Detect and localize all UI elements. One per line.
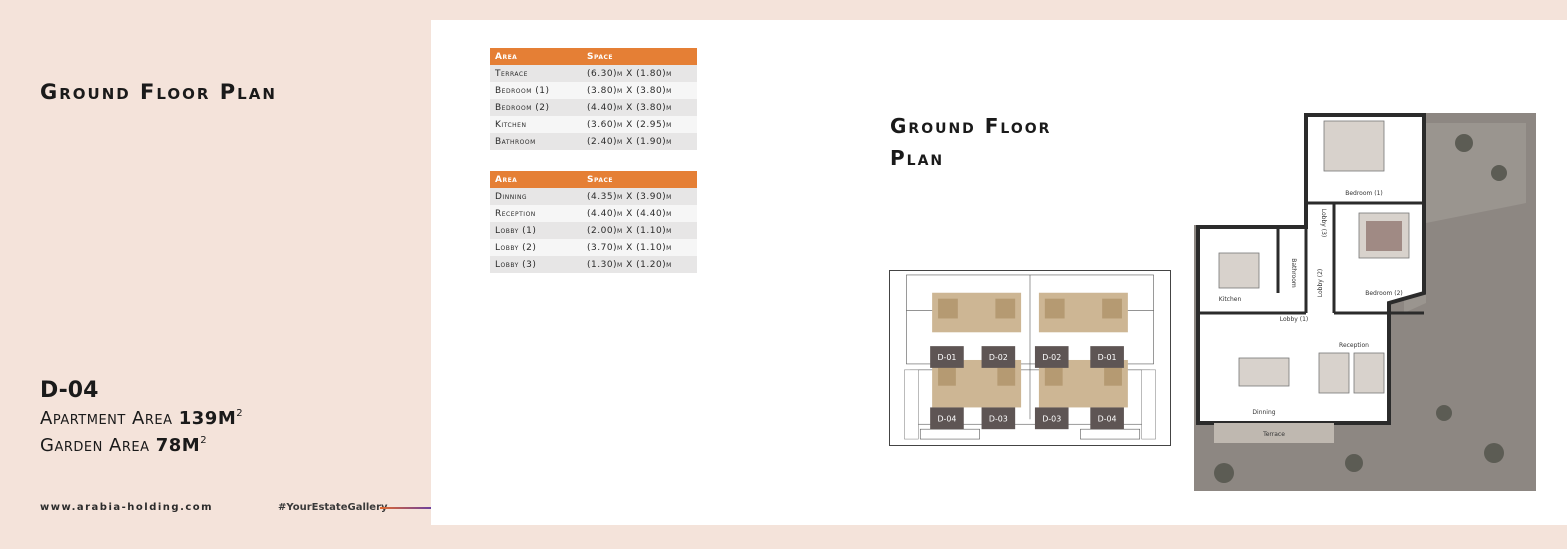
room-label: Lobby (2) <box>1317 269 1324 297</box>
room-name: Bedroom (2) <box>490 99 582 116</box>
unit-label: D-04 <box>1098 414 1117 423</box>
room-size: (3.80)m X (3.80)m <box>582 82 697 99</box>
unit-label: D-01 <box>1098 353 1117 362</box>
room-size: (3.60)m X (2.95)m <box>582 116 697 133</box>
footer-hashtag: #YourEstateGallery <box>278 502 388 513</box>
space-table-1: Area Space Terrace (6.30)m X (1.80)m Bedr… <box>490 48 697 150</box>
garden-area-label: Garden Area <box>40 435 150 456</box>
unit-code: D-04 <box>40 378 99 403</box>
room-name: Bathroom <box>490 133 582 150</box>
apartment-area-label: Apartment Area <box>40 408 173 429</box>
page-title: Ground Floor Plan <box>40 80 277 104</box>
garden-area-unit: 2 <box>200 435 208 446</box>
room-label: Terrace <box>1262 431 1285 438</box>
table-row: Lobby (2) (3.70)m X (1.10)m <box>490 239 697 256</box>
table-row: Lobby (3) (1.30)m X (1.20)m <box>490 256 697 273</box>
room-size: (1.30)m X (1.20)m <box>582 256 697 273</box>
room-label: Bedroom (2) <box>1365 290 1403 297</box>
unit-label: D-02 <box>989 353 1008 362</box>
room-name: Lobby (3) <box>490 256 582 273</box>
room-label: Kitchen <box>1219 296 1242 303</box>
room-name: Lobby (2) <box>490 239 582 256</box>
garden-area: Garden Area 78M2 <box>40 435 207 456</box>
unit-label: D-02 <box>1042 353 1061 362</box>
footer-divider <box>380 507 432 509</box>
room-name: Dinning <box>490 188 582 205</box>
table-row: Bathroom (2.40)m X (1.90)m <box>490 133 697 150</box>
floor-plan-title-line-1: Ground Floor <box>890 114 1052 138</box>
floor-plan-title: Ground Floor Plan <box>890 110 1051 174</box>
table-header-area: Area <box>490 48 582 65</box>
table-header-space: Space <box>582 48 697 65</box>
table-row: Dinning (4.35)m X (3.90)m <box>490 188 697 205</box>
room-name: Reception <box>490 205 582 222</box>
apartment-area-value: 139M <box>178 408 237 429</box>
room-label: Reception <box>1339 342 1369 349</box>
apartment-area-unit: 2 <box>236 408 244 419</box>
room-size: (6.30)m X (1.80)m <box>582 65 697 82</box>
room-size: (4.40)m X (4.40)m <box>582 205 697 222</box>
unit-label: D-03 <box>989 414 1008 423</box>
room-name: Lobby (1) <box>490 222 582 239</box>
right-panel: Area Space Terrace (6.30)m X (1.80)m Bedr… <box>431 20 1567 525</box>
unit-label: D-01 <box>937 353 956 362</box>
room-label: Lobby (3) <box>1320 209 1327 237</box>
table-row: Lobby (1) (2.00)m X (1.10)m <box>490 222 697 239</box>
room-size: (2.40)m X (1.90)m <box>582 133 697 150</box>
room-size: (3.70)m X (1.10)m <box>582 239 697 256</box>
left-panel: Ground Floor Plan D-04 Apartment Area 13… <box>0 0 432 549</box>
room-label: Dinning <box>1252 409 1275 416</box>
table-header-area: Area <box>490 171 582 188</box>
floor-plan-title-line-2: Plan <box>890 146 945 170</box>
table-row: Terrace (6.30)m X (1.80)m <box>490 65 697 82</box>
room-size: (4.35)m X (3.90)m <box>582 188 697 205</box>
garden-area-value: 78M <box>155 435 201 456</box>
room-size: (2.00)m X (1.10)m <box>582 222 697 239</box>
room-size: (4.40)m X (3.80)m <box>582 99 697 116</box>
table-header-space: Space <box>582 171 697 188</box>
table-row: Reception (4.40)m X (4.40)m <box>490 205 697 222</box>
site-plan: D-01 D-02 D-02 D-01 D-04 D-03 D-03 D-04 <box>889 270 1171 446</box>
table-row: Bedroom (1) (3.80)m X (3.80)m <box>490 82 697 99</box>
unit-label: D-04 <box>937 414 956 423</box>
room-label: Bathroom <box>1290 258 1297 288</box>
apartment-area: Apartment Area 139M2 <box>40 408 243 429</box>
table-row: Kitchen (3.60)m X (2.95)m <box>490 116 697 133</box>
table-row: Bedroom (2) (4.40)m X (3.80)m <box>490 99 697 116</box>
footer-url[interactable]: www.arabia-holding.com <box>40 502 213 513</box>
room-name: Kitchen <box>490 116 582 133</box>
unit-label: D-03 <box>1042 414 1061 423</box>
room-name: Terrace <box>490 65 582 82</box>
room-label: Lobby (1) <box>1280 316 1308 323</box>
apartment-floor-plan: Bedroom (1) Lobby (3) Bedroom (2) Bathro… <box>1194 113 1536 491</box>
room-name: Bedroom (1) <box>490 82 582 99</box>
space-table-2: Area Space Dinning (4.35)m X (3.90)m Rece… <box>490 171 697 273</box>
room-label: Bedroom (1) <box>1345 190 1383 197</box>
